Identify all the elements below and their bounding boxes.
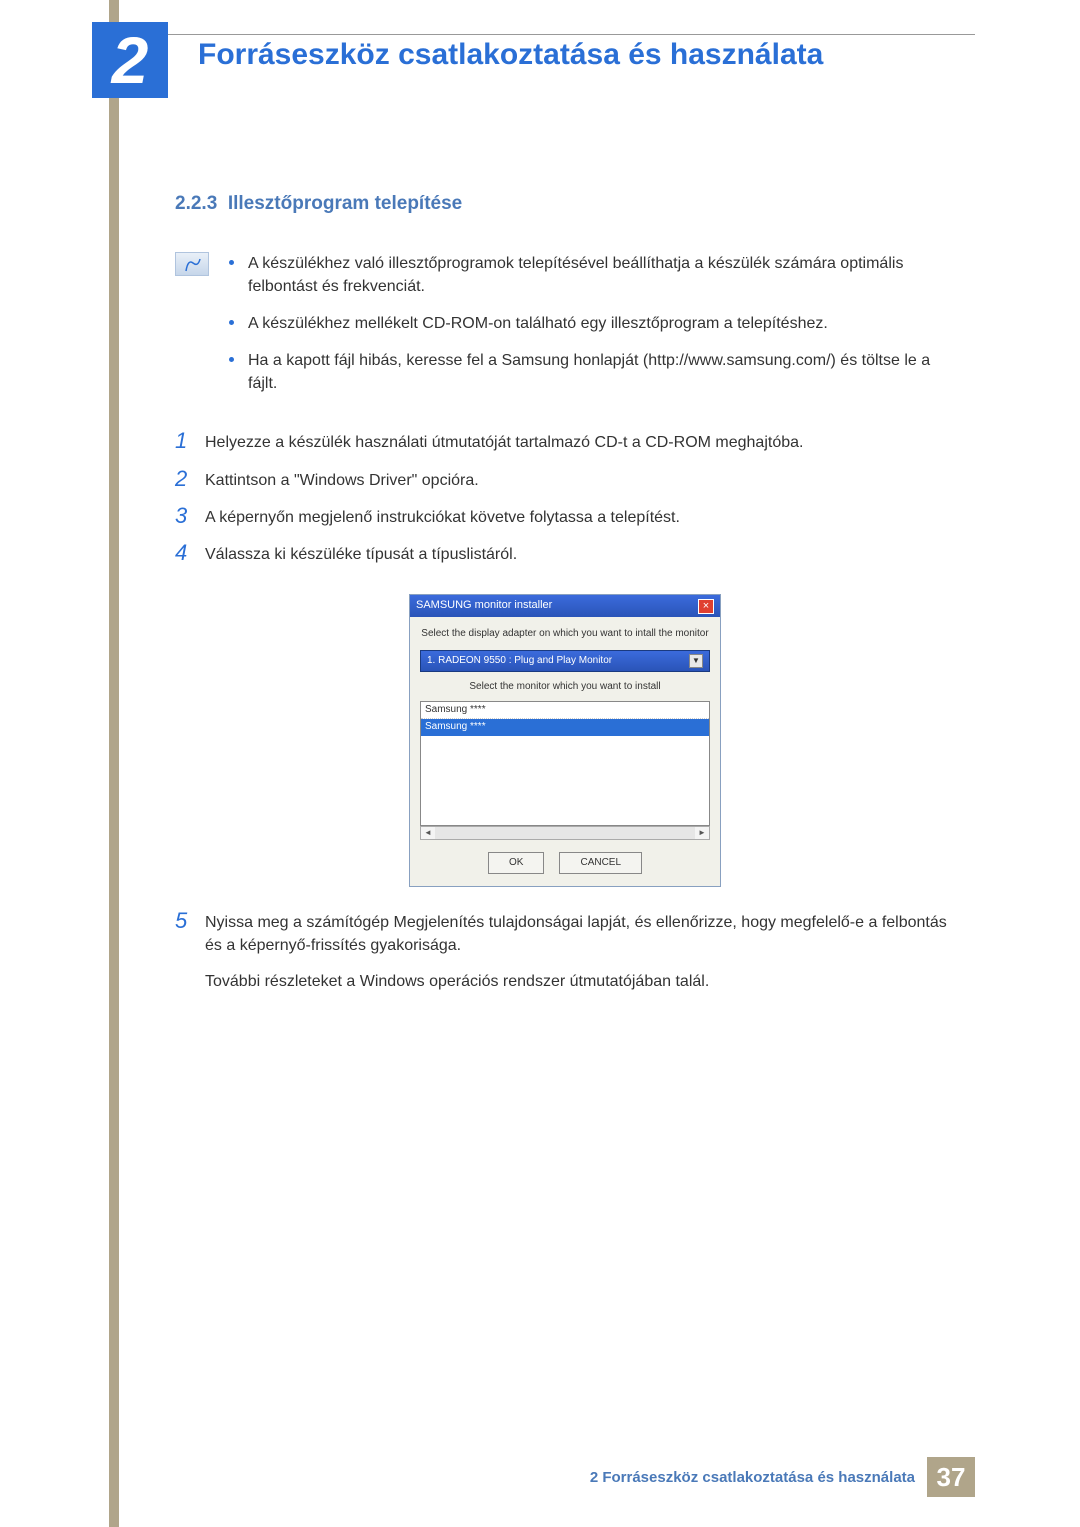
chapter-title: Forráseszköz csatlakoztatása és használa… xyxy=(198,38,823,72)
scroll-right-icon[interactable]: ► xyxy=(695,827,709,839)
note-bullet: Ha a kapott fájl hibás, keresse fel a Sa… xyxy=(229,349,955,395)
step-text: Helyezze a készülék használati útmutatój… xyxy=(205,429,955,454)
step-text: Kattintson a "Windows Driver" opcióra. xyxy=(205,467,955,492)
scroll-left-icon[interactable]: ◄ xyxy=(421,827,435,839)
note-icon xyxy=(175,252,209,276)
step-number: 1 xyxy=(175,429,205,454)
note-text: A készülékhez mellékelt CD-ROM-on találh… xyxy=(248,312,828,335)
ok-button[interactable]: OK xyxy=(488,852,544,875)
list-item[interactable]: Samsung **** xyxy=(421,702,709,720)
step-number: 4 xyxy=(175,541,205,566)
step: 1 Helyezze a készülék használati útmutat… xyxy=(175,429,955,454)
step-text: Válassza ki készüléke típusát a típuslis… xyxy=(205,541,955,566)
chevron-down-icon[interactable]: ▼ xyxy=(689,654,703,668)
chapter-number-badge: 2 xyxy=(92,22,168,98)
step-extra-text: További részleteket a Windows operációs … xyxy=(205,970,955,993)
step-text: Nyissa meg a számítógép Megjelenítés tul… xyxy=(205,909,955,1005)
header-rule xyxy=(155,34,975,35)
bullet-icon xyxy=(229,260,234,265)
chapter-number: 2 xyxy=(112,27,149,93)
close-icon[interactable]: × xyxy=(698,599,714,614)
section-title: Illesztőprogram telepítése xyxy=(228,193,462,214)
note-bullet: A készülékhez való illesztőprogramok tel… xyxy=(229,252,955,298)
step-number: 2 xyxy=(175,467,205,492)
installer-adapter-value: 1. RADEON 9550 : Plug and Play Monitor xyxy=(427,654,612,669)
steps-list: 1 Helyezze a készülék használati útmutat… xyxy=(175,429,955,1004)
step: 4 Válassza ki készüléke típusát a típusl… xyxy=(175,541,955,566)
list-item[interactable]: Samsung **** xyxy=(421,719,709,736)
step-number: 3 xyxy=(175,504,205,529)
installer-title: SAMSUNG monitor installer xyxy=(416,598,552,614)
step: 2 Kattintson a "Windows Driver" opcióra. xyxy=(175,467,955,492)
installer-titlebar: SAMSUNG monitor installer × xyxy=(410,595,720,617)
installer-body: Select the display adapter on which you … xyxy=(410,617,720,886)
sidebar-stripe xyxy=(109,0,119,1527)
section-number: 2.2.3 xyxy=(175,193,217,214)
footer-page-number: 37 xyxy=(927,1457,975,1497)
horizontal-scrollbar[interactable]: ◄ ► xyxy=(420,826,710,840)
note-list: A készülékhez való illesztőprogramok tel… xyxy=(229,252,955,410)
installer-buttons: OK CANCEL xyxy=(420,852,710,875)
section-heading: 2.2.3 Illesztőprogram telepítése xyxy=(175,190,955,218)
note-text: A készülékhez való illesztőprogramok tel… xyxy=(248,252,955,298)
footer-text: 2 Forráseszköz csatlakoztatása és haszná… xyxy=(590,1469,915,1486)
step: 3 A képernyőn megjelenő instrukciókat kö… xyxy=(175,504,955,529)
cancel-button[interactable]: CANCEL xyxy=(559,852,642,875)
installer-monitor-list[interactable]: Samsung **** Samsung **** xyxy=(420,701,710,826)
bullet-icon xyxy=(229,357,234,362)
step: 5 Nyissa meg a számítógép Megjelenítés t… xyxy=(175,909,955,1005)
step-text-line: Nyissa meg a számítógép Megjelenítés tul… xyxy=(205,911,955,957)
note-block: A készülékhez való illesztőprogramok tel… xyxy=(175,252,955,410)
note-text: Ha a kapott fájl hibás, keresse fel a Sa… xyxy=(248,349,955,395)
installer-monitor-label: Select the monitor which you want to ins… xyxy=(420,680,710,695)
installer-adapter-label: Select the display adapter on which you … xyxy=(420,627,710,642)
page-footer: 2 Forráseszköz csatlakoztatása és haszná… xyxy=(590,1457,975,1497)
bullet-icon xyxy=(229,320,234,325)
installer-adapter-select[interactable]: 1. RADEON 9550 : Plug and Play Monitor ▼ xyxy=(420,650,710,673)
note-bullet: A készülékhez mellékelt CD-ROM-on találh… xyxy=(229,312,955,335)
installer-dialog: SAMSUNG monitor installer × Select the d… xyxy=(409,594,721,887)
step-number: 5 xyxy=(175,909,205,1005)
page-content: 2.2.3 Illesztőprogram telepítése A készü… xyxy=(175,190,955,1017)
step-text: A képernyőn megjelenő instrukciókat köve… xyxy=(205,504,955,529)
